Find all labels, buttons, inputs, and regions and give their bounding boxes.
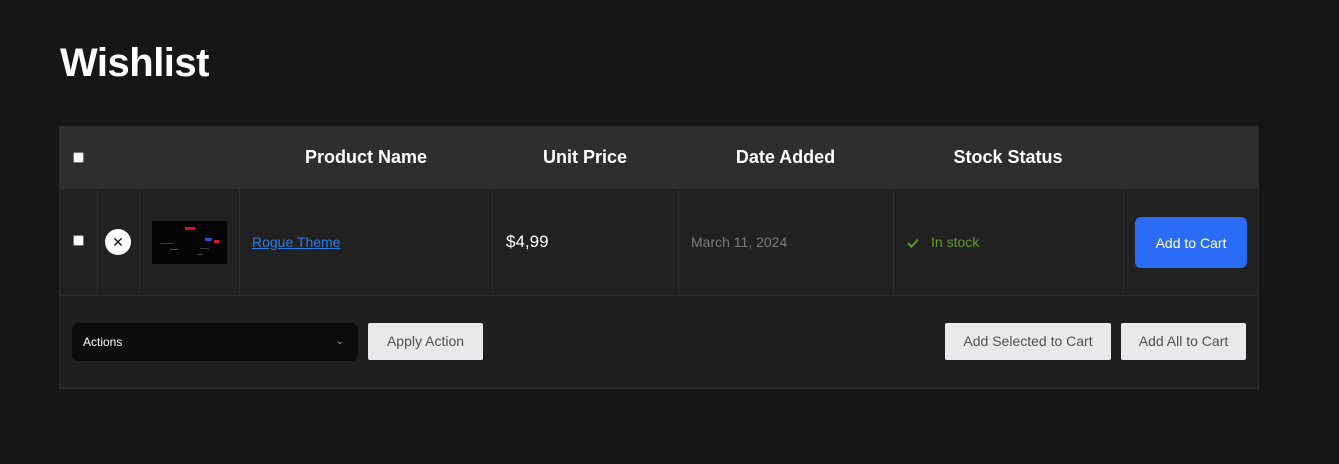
apply-action-button[interactable]: Apply Action <box>368 323 483 360</box>
product-thumbnail[interactable] <box>152 221 227 264</box>
table-row: ✕ Rogue Theme $4,99 March 11, 2024 In st… <box>60 188 1258 295</box>
row-checkbox[interactable] <box>73 235 84 246</box>
unit-price: $4,99 <box>506 232 549 251</box>
stock-status: In stock <box>907 189 979 296</box>
add-to-cart-button[interactable]: Add to Cart <box>1135 217 1247 268</box>
table-header: Product Name Unit Price Date Added Stock… <box>60 127 1258 188</box>
close-icon: ✕ <box>112 234 124 250</box>
date-added: March 11, 2024 <box>691 234 788 250</box>
header-product-name: Product Name <box>304 147 428 167</box>
product-name-link[interactable]: Rogue Theme <box>252 189 340 295</box>
actions-select[interactable]: Actions ⌄ <box>72 323 358 361</box>
remove-item-button[interactable]: ✕ <box>105 229 131 255</box>
add-selected-to-cart-button[interactable]: Add Selected to Cart <box>945 323 1111 360</box>
product-thumbnail-image <box>152 221 227 264</box>
page-title: Wishlist <box>60 41 210 85</box>
table-footer: Actions ⌄ Apply Action Add Selected to C… <box>60 295 1258 388</box>
select-all-checkbox[interactable] <box>73 152 84 163</box>
add-all-to-cart-button[interactable]: Add All to Cart <box>1121 323 1246 360</box>
select-cell <box>60 189 98 295</box>
actions-select-value: Actions <box>83 335 123 349</box>
wishlist-table: Product Name Unit Price Date Added Stock… <box>59 126 1259 389</box>
chevron-down-icon: ⌄ <box>335 336 344 347</box>
header-date-added: Date Added <box>735 147 836 167</box>
stock-status-label: In stock <box>931 234 980 250</box>
header-unit-price: Unit Price <box>542 147 628 167</box>
header-stock-status: Stock Status <box>953 147 1063 167</box>
checkmark-icon <box>907 190 921 296</box>
